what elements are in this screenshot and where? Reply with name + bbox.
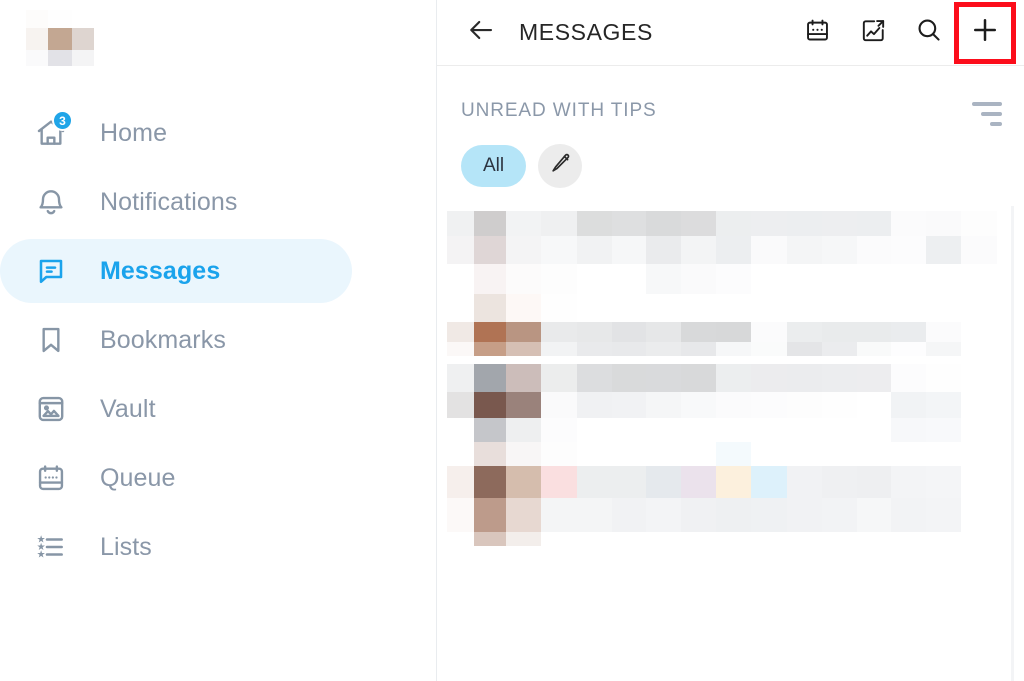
messages-topbar: MESSAGES — [437, 0, 1024, 66]
arrow-left-icon — [466, 15, 496, 50]
calendar-button[interactable] — [796, 12, 838, 54]
conversation-list[interactable] — [437, 206, 1024, 681]
list-section-header: UNREAD WITH TIPS — [437, 66, 1024, 126]
sort-line-1 — [972, 102, 1002, 106]
plus-icon — [970, 15, 1000, 50]
sidebar: 3 Home Notifications Messages Bookmarks … — [0, 0, 437, 681]
censored-content — [437, 356, 1024, 466]
sidebar-item-home[interactable]: 3 Home — [0, 101, 352, 165]
message-icon — [31, 251, 71, 291]
search-button[interactable] — [908, 12, 950, 54]
app-window: 3 Home Notifications Messages Bookmarks … — [0, 0, 1024, 681]
calendar-icon — [31, 458, 71, 498]
statistics-button[interactable] — [852, 12, 894, 54]
sidebar-item-label: Home — [100, 118, 168, 147]
chart-image-icon — [860, 17, 887, 49]
sidebar-item-label: Notifications — [100, 187, 238, 216]
sidebar-item-bookmarks[interactable]: Bookmarks — [0, 308, 352, 372]
conversation-row-3[interactable] — [437, 466, 1024, 546]
filter-all-pill[interactable]: All — [461, 145, 526, 187]
new-message-button[interactable] — [954, 1, 1016, 64]
home-icon: 3 — [31, 110, 73, 153]
page-title: MESSAGES — [519, 19, 653, 45]
profile-logo[interactable] — [22, 2, 106, 70]
sidebar-item-messages[interactable]: Messages — [0, 239, 352, 303]
calendar-icon — [804, 17, 831, 49]
list-star-icon: ★ ★ ★ — [31, 527, 71, 567]
home-unread-badge: 3 — [52, 110, 73, 131]
filter-bar: All — [437, 126, 1024, 188]
sidebar-item-queue[interactable]: Queue — [0, 446, 352, 510]
back-button[interactable] — [461, 13, 501, 53]
bell-icon — [31, 182, 71, 222]
sidebar-item-label: Queue — [100, 463, 176, 492]
sidebar-item-label: Vault — [100, 394, 156, 423]
scrollbar[interactable] — [1011, 206, 1014, 681]
svg-text:★: ★ — [37, 549, 46, 560]
sidebar-item-label: Lists — [100, 532, 152, 561]
conversation-row-1[interactable] — [437, 206, 1024, 356]
censored-content — [437, 206, 1024, 356]
search-icon — [915, 16, 943, 49]
image-box-icon — [31, 389, 71, 429]
sidebar-item-label: Bookmarks — [100, 325, 226, 354]
sidebar-item-label: Messages — [100, 256, 221, 285]
sidebar-item-notifications[interactable]: Notifications — [0, 170, 352, 234]
section-title: UNREAD WITH TIPS — [461, 100, 657, 121]
conversation-row-2[interactable] — [437, 356, 1024, 466]
bookmark-icon — [31, 320, 71, 360]
messages-panel: MESSAGES UNREAD WITH TIPS All — [437, 0, 1024, 681]
sidebar-item-lists[interactable]: ★ ★ ★ Lists — [0, 515, 352, 579]
pencil-icon — [550, 153, 571, 179]
edit-filters-button[interactable] — [538, 144, 582, 188]
topbar-actions — [796, 1, 1016, 64]
sort-descending-icon[interactable] — [968, 100, 1002, 126]
sidebar-nav: 3 Home Notifications Messages Bookmarks … — [0, 96, 437, 584]
censored-content — [437, 466, 1024, 546]
sort-line-2 — [981, 112, 1002, 116]
sidebar-item-vault[interactable]: Vault — [0, 377, 352, 441]
blurred-logo-pixels — [22, 2, 106, 70]
